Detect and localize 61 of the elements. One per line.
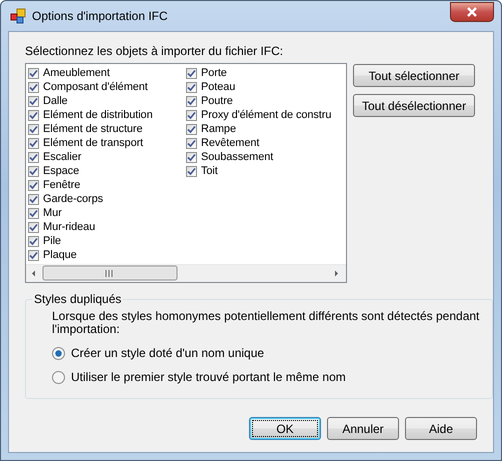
object-label[interactable]: Espace: [43, 165, 80, 177]
object-label[interactable]: Elément de structure: [43, 123, 142, 135]
dialog-button[interactable]: Aide: [405, 417, 477, 440]
object-label[interactable]: Rampe: [201, 123, 236, 135]
app-icon: [10, 8, 26, 24]
close-button[interactable]: [450, 2, 494, 22]
object-label[interactable]: Mur-rideau: [43, 221, 96, 233]
object-label[interactable]: Proxy d'élément de constru: [201, 109, 332, 121]
select-button[interactable]: Tout désélectionner: [353, 94, 476, 117]
group-title: Styles dupliqués: [33, 292, 122, 306]
object-label[interactable]: Composant d'élément: [43, 81, 148, 93]
select-button[interactable]: Tout sélectionner: [353, 64, 476, 87]
checkbox[interactable]: [28, 222, 39, 232]
object-label[interactable]: Garde-corps: [43, 193, 104, 205]
object-label[interactable]: Escalier: [43, 151, 82, 163]
object-label[interactable]: Poteau: [201, 81, 236, 93]
checkbox[interactable]: [186, 68, 197, 78]
radio-label[interactable]: Utiliser le premier style trouvé portant le même nom: [71, 370, 346, 384]
radio-button[interactable]: [52, 346, 65, 360]
checkbox[interactable]: [186, 82, 197, 92]
object-label[interactable]: Dalle: [43, 95, 68, 107]
checkbox[interactable]: [28, 96, 39, 106]
checkbox[interactable]: [28, 152, 39, 162]
horizontal-scrollbar[interactable]: [26, 264, 346, 282]
checkbox[interactable]: [186, 138, 197, 148]
object-label[interactable]: Fenêtre: [43, 179, 80, 191]
checkbox[interactable]: [28, 138, 39, 148]
checkbox[interactable]: [28, 194, 39, 204]
description-text: Lorsque des styles homonymes potentiellement différents sont détectés pendant l'importation:: [52, 310, 480, 336]
object-label[interactable]: Ameublement: [43, 67, 110, 79]
checkbox[interactable]: [28, 236, 39, 246]
window-title: Options d'importation IFC: [32, 9, 169, 23]
object-label[interactable]: Elément de transport: [43, 137, 144, 149]
object-label[interactable]: Porte: [201, 67, 227, 79]
checkbox[interactable]: [28, 250, 39, 260]
object-label[interactable]: Plaque: [43, 249, 77, 261]
radio-button[interactable]: [52, 370, 65, 384]
object-label[interactable]: Mur: [43, 207, 62, 219]
checkbox[interactable]: [186, 124, 197, 134]
checkbox[interactable]: [28, 110, 39, 120]
checkbox[interactable]: [186, 96, 197, 106]
object-label[interactable]: Soubassement: [201, 151, 274, 163]
checkbox[interactable]: [186, 166, 197, 176]
checkbox[interactable]: [28, 124, 39, 134]
dialog-button[interactable]: Annuler: [327, 417, 399, 440]
list-label: Sélectionnez les objets à importer du fichier IFC:: [25, 44, 284, 58]
checkbox[interactable]: [28, 208, 39, 218]
checkbox[interactable]: [186, 110, 197, 120]
close-icon: [466, 6, 478, 16]
checkbox[interactable]: [28, 180, 39, 190]
dialog-button[interactable]: OK: [249, 417, 321, 440]
checkbox[interactable]: [28, 82, 39, 92]
object-label[interactable]: Revêtement: [201, 137, 260, 149]
object-label[interactable]: Elément de distribution: [43, 109, 153, 121]
object-label[interactable]: Poutre: [201, 95, 233, 107]
checkbox[interactable]: [28, 166, 39, 176]
checkbox[interactable]: [186, 152, 197, 162]
object-label[interactable]: Pile: [43, 235, 61, 247]
radio-label[interactable]: Créer un style doté d'un nom unique: [71, 346, 264, 360]
object-label[interactable]: Toit: [201, 165, 218, 177]
checkbox[interactable]: [28, 68, 39, 78]
